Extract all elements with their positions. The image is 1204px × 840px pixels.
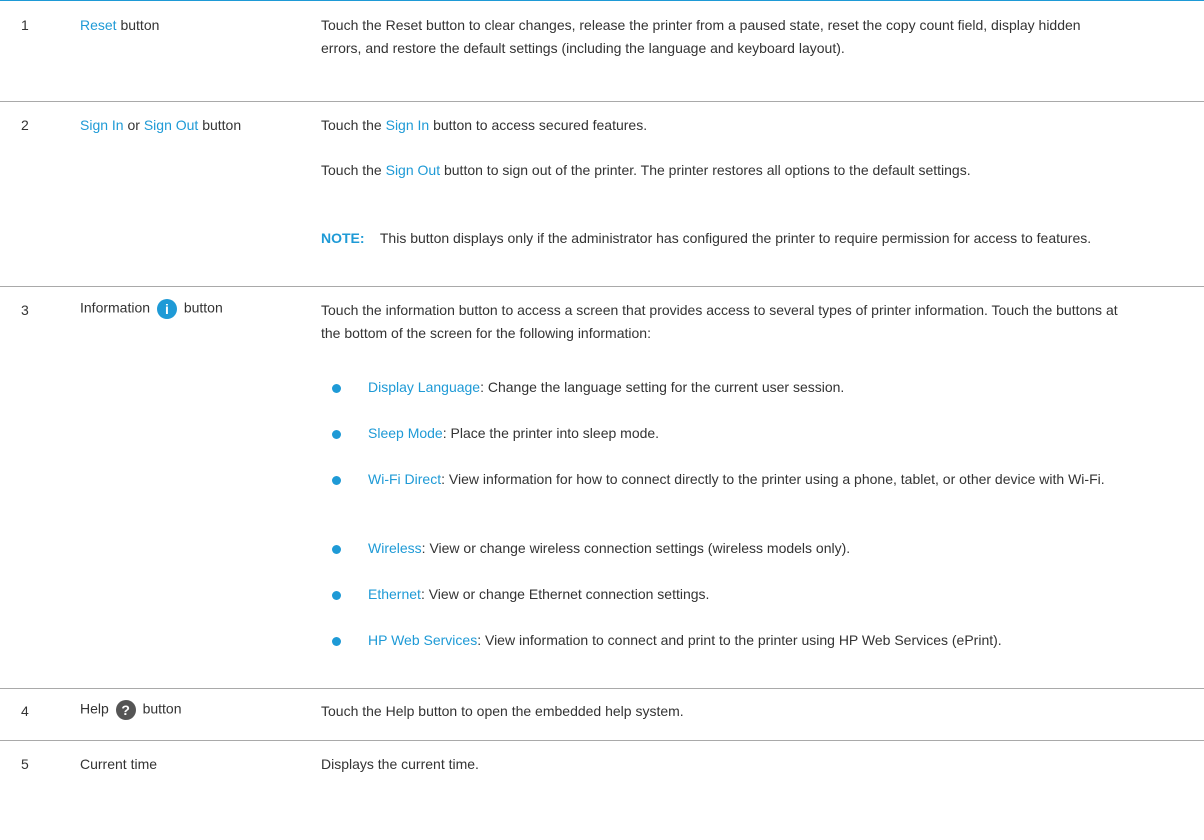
- wireless-link[interactable]: Wireless: [368, 540, 422, 556]
- sign-in-link[interactable]: Sign In: [80, 117, 124, 133]
- bullet-icon: [332, 637, 341, 646]
- text: : View information for how to connect di…: [441, 471, 1105, 487]
- row-divider: [0, 101, 1204, 102]
- row-description: Touch the Help button to open the embedd…: [321, 703, 684, 719]
- text: button to access secured features.: [433, 117, 648, 133]
- list-item: Wireless: View or change wireless connec…: [368, 537, 1128, 560]
- label-suffix: button: [142, 700, 182, 717]
- bullet-icon: [332, 430, 341, 439]
- label-suffix: button: [183, 299, 223, 316]
- row-number: 3: [21, 302, 29, 318]
- row-label: Information i button: [80, 299, 223, 319]
- sign-out-link[interactable]: Sign Out: [386, 162, 440, 178]
- note-text: This button displays only if the adminis…: [379, 230, 1092, 246]
- list-item: Ethernet: View or change Ethernet connec…: [368, 583, 1128, 606]
- list-item: Sleep Mode: Place the printer into sleep…: [368, 422, 1128, 445]
- table-top-rule: [0, 0, 1204, 1]
- list-item: Wi-Fi Direct: View information for how t…: [368, 468, 1128, 491]
- list-item: Display Language: Change the language se…: [368, 376, 1128, 399]
- row-label: Reset button: [80, 17, 159, 33]
- row-number: 2: [21, 117, 29, 133]
- text: Touch the: [321, 117, 382, 133]
- text: : View or change Ethernet connection set…: [420, 586, 710, 602]
- row-label: Current time: [80, 756, 158, 772]
- list-item: HP Web Services: View information to con…: [368, 629, 1128, 652]
- sleep-mode-link[interactable]: Sleep Mode: [368, 425, 443, 441]
- ethernet-link[interactable]: Ethernet: [368, 586, 421, 602]
- row-divider: [0, 740, 1204, 741]
- hp-web-services-link[interactable]: HP Web Services: [368, 632, 477, 648]
- help-icon: ?: [115, 700, 136, 720]
- row-description: Touch the Reset button to clear changes,…: [321, 17, 1081, 56]
- text: button to sign out of the printer. The p…: [443, 162, 971, 178]
- label-prefix: Help: [80, 700, 109, 717]
- text: Touch the: [321, 162, 382, 178]
- bullet-icon: [332, 384, 341, 393]
- row-number: 1: [21, 17, 29, 33]
- row-divider: [0, 286, 1204, 287]
- row-number: 4: [21, 703, 29, 719]
- sign-in-link[interactable]: Sign In: [386, 117, 430, 133]
- row-description-2: Touch the Sign Out button to sign out of…: [321, 159, 1121, 182]
- sign-out-link[interactable]: Sign Out: [144, 117, 198, 133]
- text: : View information to connect and print …: [477, 632, 1002, 648]
- note: NOTE: This button displays only if the a…: [321, 227, 1121, 250]
- row-label: Help ? button: [80, 700, 182, 720]
- information-icon: i: [156, 299, 177, 319]
- row-number: 5: [21, 756, 29, 772]
- bullet-icon: [332, 476, 341, 485]
- label-or: or: [127, 117, 140, 133]
- row-description-1: Touch the Sign In button to access secur…: [321, 114, 1121, 137]
- display-language-link[interactable]: Display Language: [368, 379, 480, 395]
- row-label: Sign In or Sign Out button: [80, 117, 241, 133]
- reset-link[interactable]: Reset: [80, 17, 117, 33]
- note-label: NOTE:: [321, 230, 365, 246]
- label-prefix: Information: [80, 299, 151, 316]
- text: : Place the printer into sleep mode.: [442, 425, 660, 441]
- row-divider: [0, 688, 1204, 689]
- bullet-icon: [332, 591, 341, 600]
- row-description: Displays the current time.: [321, 756, 479, 772]
- row-description: Touch the information button to access a…: [321, 302, 1118, 341]
- label-suffix: button: [120, 17, 160, 33]
- text: : Change the language setting for the cu…: [480, 379, 845, 395]
- text: : View or change wireless connection set…: [421, 540, 851, 556]
- wifi-direct-link[interactable]: Wi-Fi Direct: [368, 471, 441, 487]
- label-suffix: button: [202, 117, 242, 133]
- bullet-icon: [332, 545, 341, 554]
